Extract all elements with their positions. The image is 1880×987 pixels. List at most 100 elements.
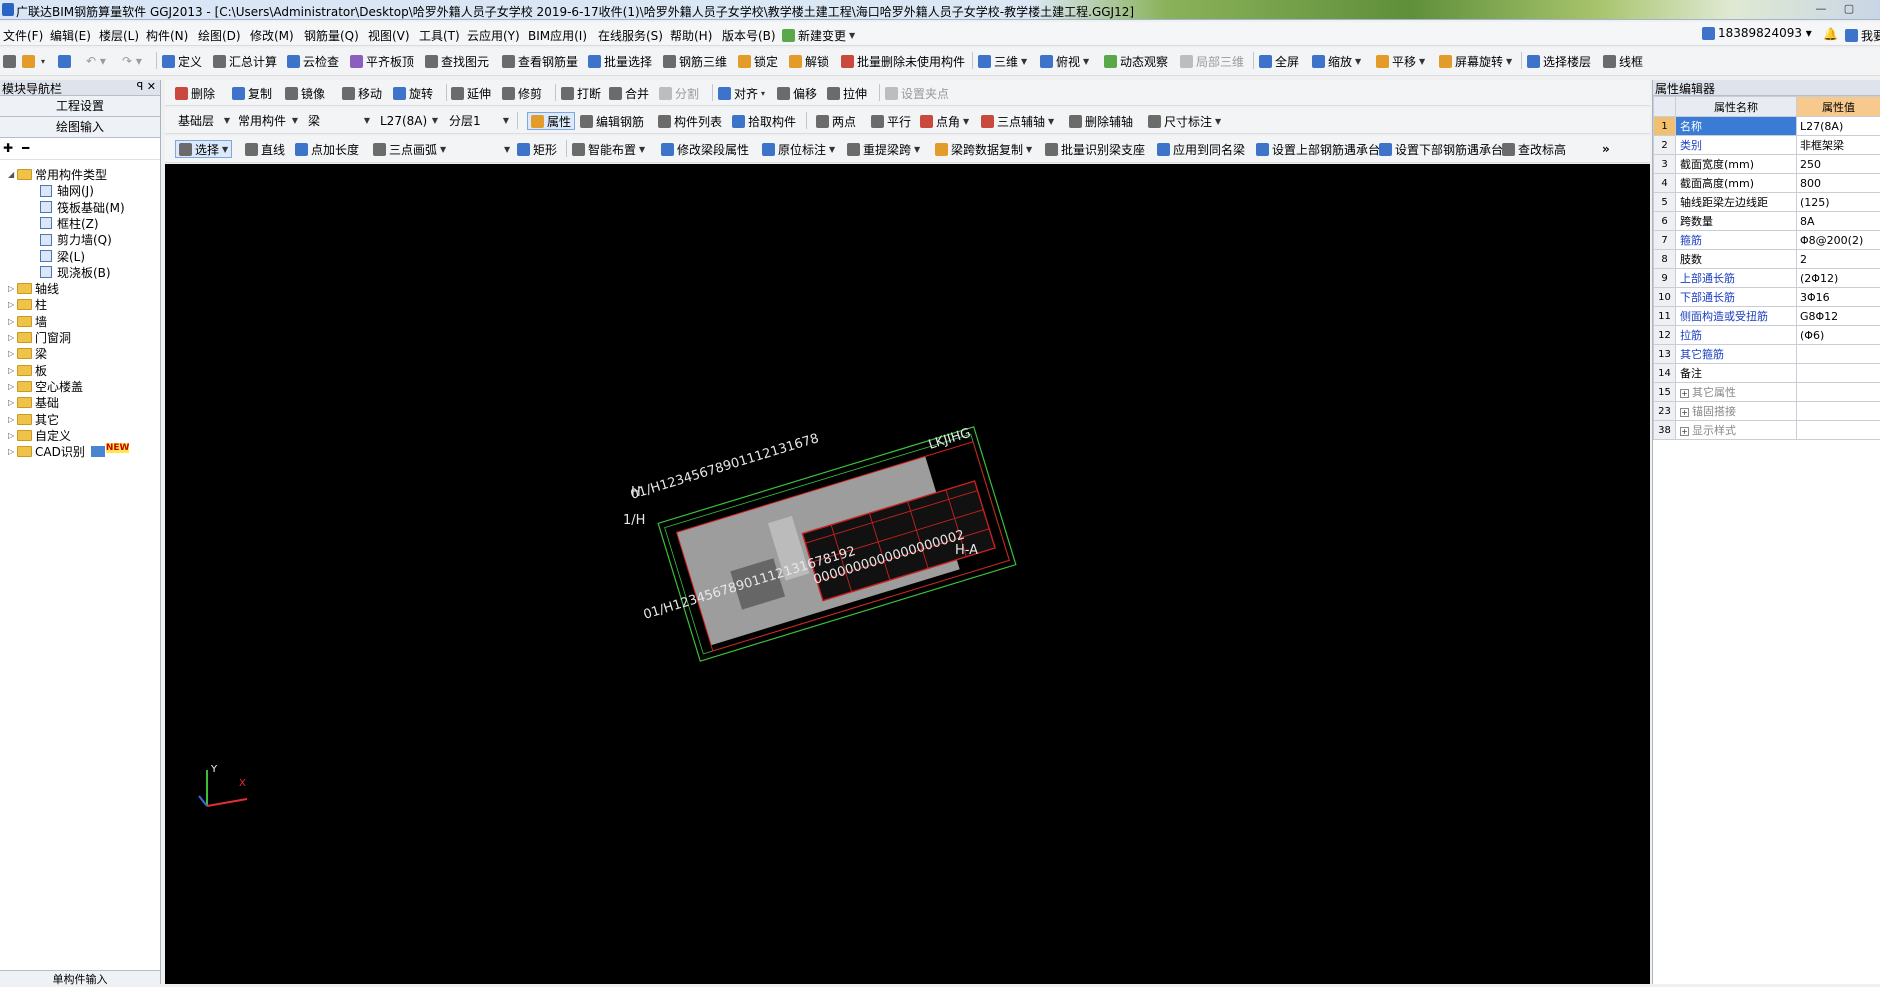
tree-item[interactable]: ▷自定义 — [8, 427, 71, 444]
tree-item[interactable]: 筏板基础(M) — [40, 199, 125, 216]
tree-item[interactable]: 轴网(J) — [40, 182, 94, 199]
expander-icon[interactable]: ▷ — [8, 431, 17, 440]
lock-button[interactable]: 锁定 — [738, 52, 778, 70]
stretch-button[interactable]: 拉伸 — [827, 84, 867, 102]
point-plus-length-button[interactable]: 点加长度 — [295, 140, 359, 158]
property-value[interactable]: 800 — [1797, 174, 1880, 193]
three-point-arc-button[interactable]: 三点画弧▼ — [373, 140, 446, 158]
cloud-check-button[interactable]: 云检查 — [287, 52, 339, 70]
break-button[interactable]: 打断 — [561, 84, 601, 102]
toolbar-overflow-icon[interactable]: » — [1602, 140, 1610, 158]
property-value[interactable]: 2 — [1797, 250, 1880, 269]
tree-item[interactable]: ▷墙 — [8, 313, 47, 330]
wireframe-button[interactable]: 线框 — [1603, 52, 1643, 70]
property-value[interactable]: L27(8A) — [1797, 117, 1880, 136]
property-row[interactable]: 9上部通长筋(2Φ12) — [1654, 269, 1880, 288]
pin-close-icon[interactable]: ꟼ ✕ — [137, 80, 156, 93]
property-row[interactable]: 4截面高度(mm)800 — [1654, 174, 1880, 193]
menu-draw[interactable]: 绘图(D) — [198, 27, 241, 44]
redo-icon[interactable]: ↷ ▾ — [122, 52, 142, 70]
apply-same-name-button[interactable]: 应用到同名梁 — [1157, 140, 1245, 158]
user-account[interactable]: 18389824093 ▾ — [1702, 26, 1812, 40]
menu-view[interactable]: 视图(V) — [368, 27, 410, 44]
three-point-axis-button[interactable]: 三点辅轴▼ — [981, 112, 1054, 130]
local-3d-button[interactable]: 局部三维 — [1180, 52, 1244, 70]
batch-delete-unused-button[interactable]: 批量删除未使用构件 — [841, 52, 965, 70]
expand-all-icon[interactable]: ✚ — [3, 141, 13, 155]
drawing-canvas[interactable]: 01/H12345678901112131678 01/H12345678901… — [165, 164, 1650, 984]
menu-modify[interactable]: 修改(M) — [250, 27, 294, 44]
move-button[interactable]: 移动 — [342, 84, 382, 102]
category-select[interactable]: 常用构件▼ — [235, 112, 301, 129]
property-value[interactable]: (Φ6) — [1797, 326, 1880, 345]
point-angle-button[interactable]: 点角▼ — [920, 112, 969, 130]
property-value[interactable]: 非框架梁 — [1797, 136, 1880, 155]
batch-identify-support-button[interactable]: 批量识别梁支座 — [1045, 140, 1145, 158]
menu-edit[interactable]: 编辑(E) — [50, 27, 91, 44]
tree-item[interactable]: 框柱(Z) — [40, 215, 99, 232]
tree-item[interactable]: ▷梁 — [8, 345, 47, 362]
single-component-input-tab[interactable]: 单构件输入 — [0, 970, 160, 984]
rotate-button[interactable]: 旋转 — [393, 84, 433, 102]
trim-button[interactable]: 修剪 — [502, 84, 542, 102]
menu-new-change[interactable]: 新建变更▼ — [782, 27, 855, 44]
two-point-axis-button[interactable]: 两点 — [816, 112, 856, 130]
minimize-button[interactable]: — — [1810, 2, 1832, 16]
menu-cloud[interactable]: 云应用(Y) — [467, 27, 520, 44]
drawing-svg[interactable]: 01/H12345678901112131678 01/H12345678901… — [165, 164, 1650, 984]
project-settings-button[interactable]: 工程设置 — [0, 96, 160, 117]
edit-rebar-button[interactable]: 编辑钢筋 — [580, 112, 644, 130]
tree-item[interactable]: ▷轴线 — [8, 280, 59, 297]
expander-icon[interactable]: ▷ — [8, 349, 17, 358]
flush-slab-top-button[interactable]: 平齐板顶 — [350, 52, 414, 70]
tree-item[interactable]: ▷门窗洞 — [8, 329, 71, 346]
pick-component-button[interactable]: 拾取构件 — [732, 112, 796, 130]
menu-tools[interactable]: 工具(T) — [419, 27, 460, 44]
tree-item[interactable]: ▷其它 — [8, 411, 59, 428]
delete-button[interactable]: 删除 — [175, 84, 215, 102]
open-file-icon[interactable]: ▾ — [22, 52, 45, 70]
menu-file[interactable]: 文件(F) — [3, 27, 43, 44]
rectangle-button[interactable]: 矩形 — [517, 140, 557, 158]
property-value[interactable]: (2Φ12) — [1797, 269, 1880, 288]
property-row[interactable]: 12拉筋(Φ6) — [1654, 326, 1880, 345]
component-select[interactable]: L27(8A)▼ — [377, 112, 441, 129]
property-row[interactable]: 6跨数量8A — [1654, 212, 1880, 231]
offset-button[interactable]: 偏移 — [777, 84, 817, 102]
menu-help[interactable]: 帮助(H) — [670, 27, 712, 44]
extend-button[interactable]: 延伸 — [451, 84, 491, 102]
property-row[interactable]: 3截面宽度(mm)250 — [1654, 155, 1880, 174]
property-value[interactable]: Φ8@200(2) — [1797, 231, 1880, 250]
line-button[interactable]: 直线 — [245, 140, 285, 158]
layer-select[interactable]: 分层1▼ — [446, 112, 512, 129]
menu-online[interactable]: 在线服务(S) — [598, 27, 663, 44]
expander-icon[interactable]: ▷ — [8, 284, 17, 293]
property-value[interactable] — [1797, 345, 1880, 364]
property-row[interactable]: 38+显示样式 — [1654, 421, 1880, 440]
tree-item[interactable]: 梁(L) — [40, 248, 85, 265]
top-view-button[interactable]: 俯视▼ — [1040, 52, 1089, 70]
property-value[interactable]: 8A — [1797, 212, 1880, 231]
property-row[interactable]: 1名称L27(8A) — [1654, 117, 1880, 136]
split-button[interactable]: 分割 — [659, 84, 699, 102]
property-value[interactable] — [1797, 383, 1880, 402]
set-grip-button[interactable]: 设置夹点 — [885, 84, 949, 102]
expander-icon[interactable]: ▷ — [8, 382, 17, 391]
summary-calc-button[interactable]: 汇总计算 — [213, 52, 277, 70]
tree-item[interactable]: 现浇板(B) — [40, 264, 111, 281]
tree-item[interactable]: ◢常用构件类型 — [8, 166, 107, 183]
dimension-button[interactable]: 尺寸标注▼ — [1148, 112, 1221, 130]
menu-rebar-qty[interactable]: 钢筋量(Q) — [304, 27, 359, 44]
screen-rotate-button[interactable]: 屏幕旋转▼ — [1439, 52, 1512, 70]
property-row[interactable]: 2类别非框架梁 — [1654, 136, 1880, 155]
help-link[interactable]: 我要 — [1845, 27, 1880, 44]
maximize-button[interactable]: ▢ — [1838, 2, 1860, 16]
property-value[interactable] — [1797, 364, 1880, 383]
expander-icon[interactable]: ▷ — [8, 333, 17, 342]
select-button[interactable]: 选择▼ — [175, 140, 232, 158]
property-row[interactable]: 8肢数2 — [1654, 250, 1880, 269]
rect-dropdown[interactable]: ▼ — [501, 140, 510, 158]
merge-button[interactable]: 合并 — [609, 84, 649, 102]
drawing-input-button[interactable]: 绘图输入 — [0, 117, 160, 138]
tree-item[interactable]: 剪力墙(Q) — [40, 231, 112, 248]
